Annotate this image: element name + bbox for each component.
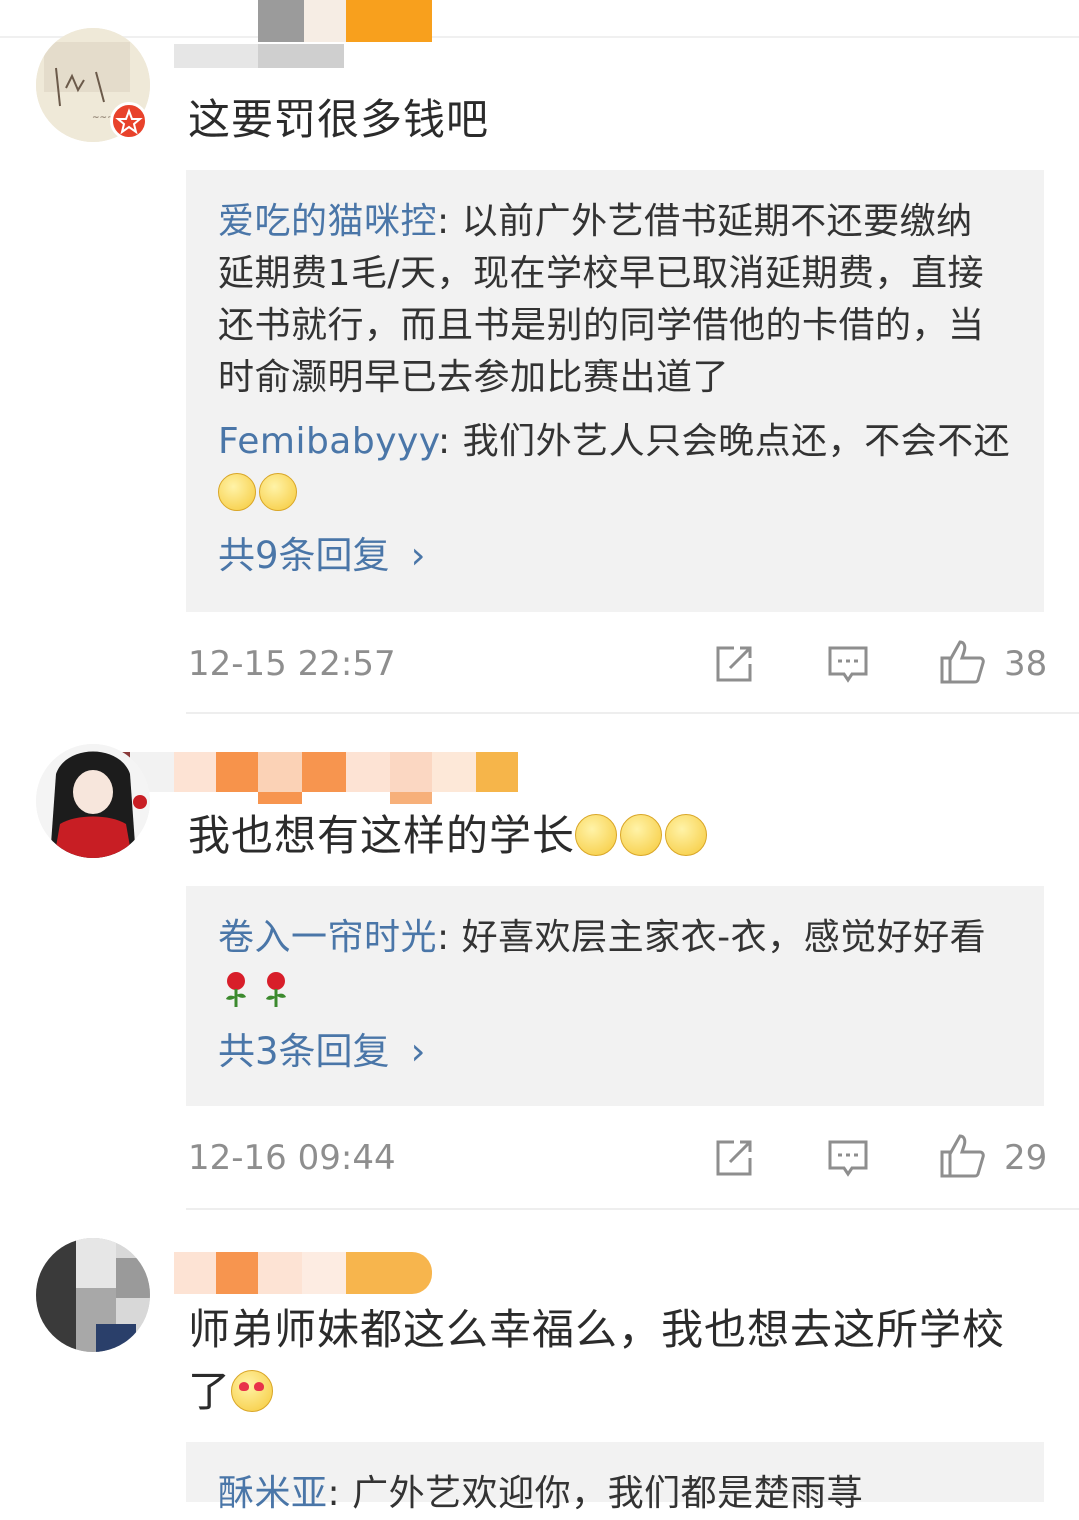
pixelated-username-top xyxy=(258,0,304,42)
laugh-cry-emoji-icon xyxy=(575,814,618,856)
like-count: 38 xyxy=(1004,644,1048,684)
pixel-block xyxy=(216,752,258,792)
pixel-block xyxy=(346,0,432,42)
smile-emoji-icon xyxy=(218,473,256,511)
reply-box[interactable]: 卷入一帘时光: 好喜欢层主家衣-衣，感觉好好看 共3条回复 › xyxy=(186,886,1044,1106)
reply-text-line: 还书就行，而且书是别的同学借他的卡借的，当 xyxy=(218,305,985,346)
reply-text-line: 以前广外艺借书延期不还要缴纳 xyxy=(461,201,973,242)
more-replies-link[interactable]: 共3条回复 xyxy=(218,1026,390,1078)
reply-text-line: 时俞灏明早已去参加比赛出道了 xyxy=(218,357,730,398)
reply-username[interactable]: 卷入一帘时光 xyxy=(218,917,437,958)
pixel-block xyxy=(302,1252,346,1294)
comment-text-continued: 了 xyxy=(188,1364,276,1420)
pixel-block xyxy=(390,792,432,804)
pixel-block xyxy=(258,44,344,68)
comment-text: 这要罚很多钱吧 xyxy=(188,95,490,144)
comment-time: 12-15 22:57 xyxy=(188,644,396,684)
reply-item: 爱吃的猫咪控: 以前广外艺借书延期不还要缴纳 xyxy=(218,196,1038,248)
comment-text-content: 了 xyxy=(188,1367,232,1416)
reply-username[interactable]: 爱吃的猫咪控 xyxy=(218,201,437,242)
repost-icon[interactable] xyxy=(712,642,756,686)
comment-text: 师弟师妹都这么幸福么，我也想去这所学校 xyxy=(188,1305,1006,1354)
rose-emoji-icon xyxy=(266,972,286,1007)
laugh-cry-emoji-icon xyxy=(665,814,708,856)
top-divider xyxy=(0,36,1079,38)
pixel-block xyxy=(174,752,216,792)
pixel-block xyxy=(390,752,432,792)
reply-item: 卷入一帘时光: 好喜欢层主家衣-衣，感觉好好看 xyxy=(218,912,1038,964)
pixel-block xyxy=(432,752,476,792)
emoji-row xyxy=(218,468,1038,520)
pixel-block xyxy=(346,752,390,792)
pixel-block xyxy=(216,1252,258,1294)
avatar-image xyxy=(36,1238,150,1352)
reply-text: 好喜欢层主家衣-衣，感觉好好看 xyxy=(461,917,987,958)
reply-username[interactable]: 酥米亚 xyxy=(218,1473,328,1514)
more-replies-row[interactable]: 共9条回复 › xyxy=(218,530,1038,582)
emoji-row xyxy=(218,964,1038,1016)
comment-icon[interactable] xyxy=(826,642,870,686)
comment-icon[interactable] xyxy=(826,1136,870,1180)
reply-box[interactable]: 酥米亚: 广外艺欢迎你，我们都是楚雨荨 xyxy=(186,1442,1044,1514)
laugh-cry-emoji-icon xyxy=(620,814,663,856)
divider xyxy=(186,712,1079,714)
like-count: 29 xyxy=(1004,1138,1048,1178)
reply-item: 酥米亚: 广外艺欢迎你，我们都是楚雨荨 xyxy=(218,1468,1038,1520)
reply-text-line: 延期费1毛/天，现在学校早已取消延期费，直接 xyxy=(218,253,985,294)
verified-badge-icon xyxy=(110,102,148,140)
reply-separator: : xyxy=(437,201,462,242)
rose-emoji-icon xyxy=(226,972,246,1007)
comment-time: 12-16 09:44 xyxy=(188,1138,396,1178)
avatar[interactable] xyxy=(36,1238,150,1352)
pixel-block xyxy=(258,1252,302,1294)
pixel-block xyxy=(258,792,302,804)
like-icon[interactable] xyxy=(938,638,986,686)
reply-text: 我们外艺人只会晚点还，不会不还 xyxy=(462,421,1011,462)
repost-icon[interactable] xyxy=(712,1136,756,1180)
reply-separator: : xyxy=(437,917,462,958)
comment-text-content: 我也想有这样的学长 xyxy=(188,811,576,860)
pixelated-username-1 xyxy=(174,44,258,68)
reply-username[interactable]: Femibabyyy xyxy=(218,421,438,462)
chevron-right-icon[interactable]: › xyxy=(411,530,426,582)
reply-item: Femibabyyy: 我们外艺人只会晚点还，不会不还 xyxy=(218,416,1038,468)
reply-text: 广外艺欢迎你，我们都是楚雨荨 xyxy=(352,1473,864,1514)
more-replies-row[interactable]: 共3条回复 › xyxy=(218,1026,1038,1078)
avatar[interactable] xyxy=(36,744,150,858)
chevron-right-icon[interactable]: › xyxy=(411,1026,426,1078)
pixel-block xyxy=(346,1252,432,1294)
reply-separator: : xyxy=(438,421,463,462)
heart-eyes-emoji-icon xyxy=(231,1370,274,1412)
more-replies-link[interactable]: 共9条回复 xyxy=(218,530,390,582)
pixel-block xyxy=(476,752,518,792)
pixel-block xyxy=(302,752,346,792)
reply-box[interactable]: 爱吃的猫咪控: 以前广外艺借书延期不还要缴纳 延期费1毛/天，现在学校早已取消延… xyxy=(186,170,1044,612)
divider xyxy=(186,1208,1079,1210)
like-icon[interactable] xyxy=(938,1132,986,1180)
pixelated-username-3 xyxy=(174,1252,216,1294)
smile-emoji-icon xyxy=(259,473,297,511)
pixel-block xyxy=(258,752,302,792)
pixel-block xyxy=(304,0,346,42)
reply-separator: : xyxy=(327,1473,353,1514)
comment-text: 我也想有这样的学长 xyxy=(188,808,710,864)
avatar-image xyxy=(36,744,150,858)
